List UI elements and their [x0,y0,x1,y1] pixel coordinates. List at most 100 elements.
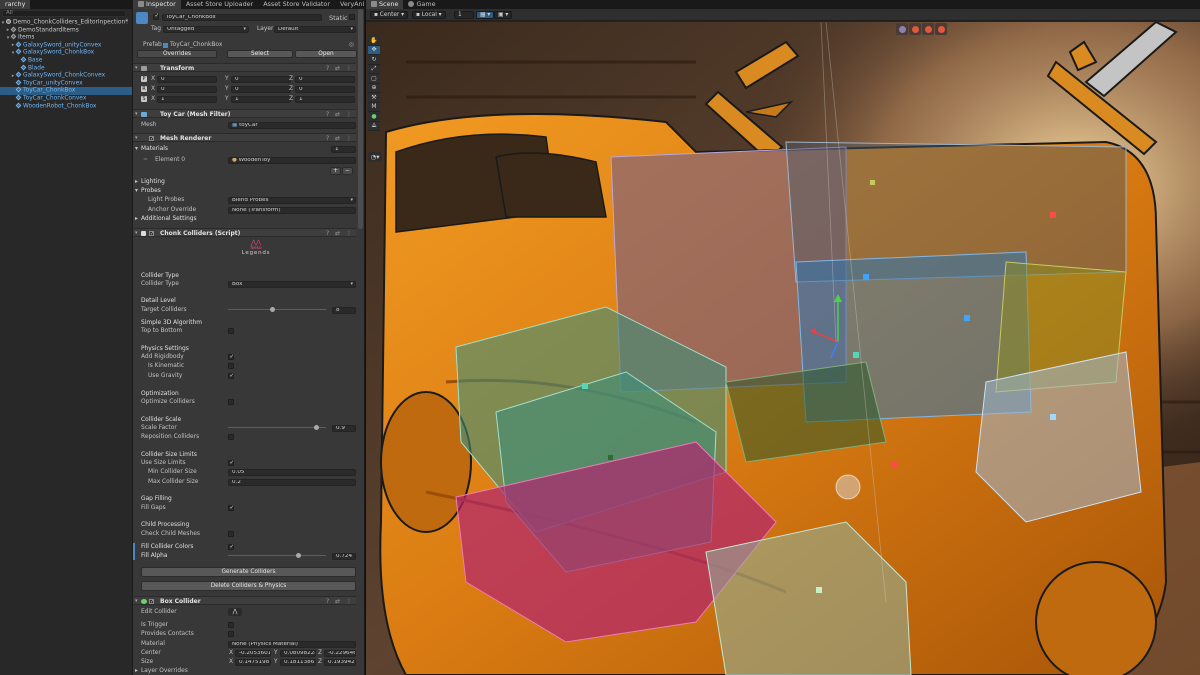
reposition-checkbox[interactable] [228,434,234,440]
target-colliders-slider[interactable] [228,309,326,310]
center-x-field[interactable]: -0.2053601 [235,649,271,657]
gizmo-options-button[interactable]: ◔▾ [368,152,382,162]
prefab-asset-name[interactable]: ToyCar_ChonkBox [170,41,222,49]
hierarchy-item[interactable]: ToyCar_unityConvex [0,79,132,88]
tab-veryani[interactable]: VeryAni [335,0,364,9]
fill-alpha-field[interactable]: 0.724 [332,552,356,560]
remove-element-button[interactable]: − [342,167,353,175]
min-size-field[interactable]: 0.05 [228,468,356,476]
rotation-y-axis-label[interactable]: Y [225,85,229,93]
size-x-field[interactable]: 0.1475198 [235,658,271,666]
scene-render[interactable] [366,22,1200,675]
snap-increment-dropdown[interactable]: ▣ ▾ [494,11,513,19]
component-menu-icon[interactable]: ? ⇄ ⋮ [326,229,354,238]
overrides-dropdown[interactable]: Overrides [137,50,217,58]
rect-tool[interactable]: ▢ [368,74,380,84]
fill-alpha-slider[interactable] [228,555,326,556]
hierarchy-item[interactable]: ▾ GalaxySword_ChonkBox [0,49,132,57]
material-field[interactable]: ● WoodenToy [228,156,356,164]
overlay-button-4[interactable] [935,23,947,35]
probes-foldout[interactable]: ▾ Probes [133,187,356,195]
physics-material-field[interactable]: None (Physics Material) [228,640,356,648]
extra-tool[interactable]: ⟁ [368,122,380,131]
foldout-arrow-icon[interactable]: ▸ [135,178,138,186]
size-y-field[interactable]: 0.1811386 [280,658,316,666]
open-button[interactable]: Open [295,50,357,58]
scale-x-axis-label[interactable]: X [151,95,155,103]
position-x-axis-label[interactable]: X [151,75,155,83]
target-colliders-field[interactable]: 8 [332,306,356,314]
overlay-button-2[interactable] [909,23,921,35]
hierarchy-item[interactable]: ▾ Items [0,33,132,42]
component-menu-icon[interactable]: ? ⇄ ⋮ [326,64,354,73]
mesh-renderer-enabled-checkbox[interactable] [149,135,154,144]
select-button[interactable]: Select [227,50,293,58]
collider-type-dropdown[interactable]: Box [228,280,356,288]
is-trigger-checkbox[interactable] [228,622,234,628]
rotation-z-axis-label[interactable]: Z [289,85,293,93]
component-menu-icon[interactable]: ? ⇄ ⋮ [326,597,354,606]
foldout-arrow-icon[interactable]: ▸ [135,215,138,223]
materials-row[interactable]: ▾ Materials 1 [133,145,356,153]
scale-z-axis-label[interactable]: Z [289,95,293,103]
anchor-override-field[interactable]: None (Transform) [228,206,356,214]
tab-asset-store-validator[interactable]: Asset Store Validator [258,0,335,9]
foldout-arrow-icon[interactable]: ▸ [135,667,138,675]
optimize-checkbox[interactable] [228,399,234,405]
hierarchy-item[interactable]: ▸ DemoStandardItems [0,26,132,35]
scale-y-axis-label[interactable]: Y [225,95,229,103]
foldout-arrow-icon[interactable]: ▾ [135,187,138,195]
box-collider-enabled-checkbox[interactable] [149,598,154,607]
layer-dropdown[interactable]: Default [274,25,356,33]
use-size-checkbox[interactable] [228,459,234,467]
overlay-button-1[interactable] [896,23,908,35]
scale-tool[interactable]: ⤢ [368,65,380,74]
foldout-arrow-icon[interactable]: ▾ [135,229,138,238]
generate-colliders-button[interactable]: Generate Colliders [141,567,356,577]
rotate-tool[interactable]: ↻ [368,55,380,65]
scale-x-field[interactable]: 1 [157,95,217,103]
center-y-field[interactable]: 0.08098228 [280,649,316,657]
scale-factor-field[interactable]: 0.9 [332,424,356,432]
center-z-field[interactable]: -0.2296461 [324,649,356,657]
hierarchy-item[interactable]: ToyCar_ChonkConvex [0,94,132,103]
tab-inspector[interactable]: Inspector [133,0,181,9]
transform-tool[interactable]: ⊕ [368,84,380,93]
gravity-checkbox[interactable] [228,372,234,380]
static-checkbox[interactable] [349,14,355,20]
delete-colliders-button[interactable]: Delete Colliders & Physics [141,581,356,591]
max-size-field[interactable]: 0.2 [228,478,356,486]
box-collider-header[interactable]: ▾ Box Collider ? ⇄ ⋮ [133,596,356,607]
position-z-axis-label[interactable]: Z [289,75,293,83]
lighting-foldout[interactable]: ▸ Lighting [133,178,356,186]
rotation-x-axis-label[interactable]: X [151,85,155,93]
hierarchy-item[interactable]: Blade [0,64,132,73]
hand-tool[interactable]: ✋ [368,36,380,46]
position-x-field[interactable]: 0 [157,75,217,83]
grid-snap-toggle[interactable]: ▦ ▾ [476,11,495,19]
rotation-z-field[interactable]: 0 [295,85,355,93]
size-z-field[interactable]: 0.1939429 [324,658,356,666]
scene-menu-icon[interactable]: ⋮ [124,19,130,27]
pivot-dropdown[interactable]: ▪ Center ▾ [370,11,409,19]
tab-hierarchy[interactable]: rarchy [0,0,31,9]
kinematic-checkbox[interactable] [228,363,234,369]
scene-viewport[interactable]: ✋ ✥ ↻ ⤢ ▢ ⊕ ⚒ M ● ⟁ ◔▾ [366,22,1200,675]
scale-y-field[interactable]: 1 [231,95,291,103]
hierarchy-item[interactable]: ▸ GalaxySword_ChonkConvex [0,71,132,80]
tag-dropdown[interactable]: Untagged [163,25,249,33]
edit-collider-button[interactable]: ⋀ [228,608,242,616]
additional-settings-foldout[interactable]: ▸ Additional Settings [133,215,356,223]
materials-count-field[interactable]: 1 [331,145,356,153]
green-tool[interactable]: ● [368,112,380,122]
component-menu-icon[interactable]: ? ⇄ ⋮ [326,110,354,119]
position-y-axis-label[interactable]: Y [225,75,229,83]
foldout-arrow-icon[interactable]: ▾ [135,145,138,153]
position-y-field[interactable]: 0 [231,75,291,83]
tab-game[interactable]: Game [403,0,440,9]
move-tool[interactable]: ✥ [368,45,380,55]
tab-asset-store-uploader[interactable]: Asset Store Uploader [181,0,258,9]
drag-handle-icon[interactable]: = [143,156,148,164]
tab-scene[interactable]: Scene [366,0,404,9]
top-bottom-checkbox[interactable] [228,328,234,334]
